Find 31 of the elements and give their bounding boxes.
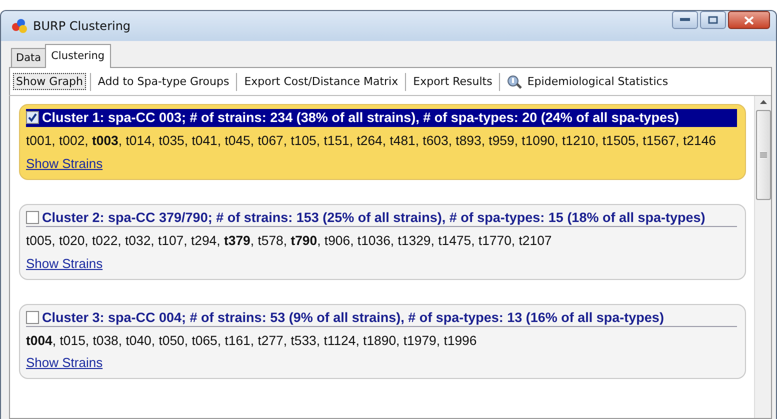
cluster-title: Cluster 3: spa-CC 004; # of strains: 53 (9% of all strains), # of spa-types: 13 (16% of all spa-types): [42, 310, 664, 325]
maximize-button[interactable]: [700, 11, 726, 29]
minimize-button[interactable]: [672, 11, 698, 29]
magnifier-icon: [507, 74, 524, 88]
minimize-icon: [680, 18, 690, 22]
checkbox[interactable]: [26, 210, 39, 224]
scroll-thumb[interactable]: [756, 110, 770, 200]
spa-type-list: t004, t015, t038, t040, t050, t065, t161, t277, t533, t1124, t1890, t1979, t1996: [26, 332, 737, 350]
close-button[interactable]: [728, 11, 770, 29]
show-strains-link[interactable]: Show Strains: [26, 156, 103, 171]
show-strains-link[interactable]: Show Strains: [26, 256, 103, 271]
spa-type-list: t005, t020, t022, t032, t107, t294, t379, t578, t790, t906, t1036, t1329, t1475, t1770, t2107: [26, 232, 737, 250]
tab[interactable]: Data: [11, 48, 46, 67]
cluster-title: Cluster 1: spa-CC 003; # of strains: 234 (38% of all strains), # of spa-types: 20 (24% of all spa-types): [42, 110, 679, 125]
close-icon: [744, 16, 754, 24]
spa-type-list: t001, t002, t003, t014, t035, t041, t045, t067, t105, t151, t264, t481, t603, t893, t959, t1090, t1210, t1505, t1567, t2146: [26, 132, 737, 150]
toolbar-button[interactable]: Epidemiological Statistics: [504, 72, 672, 90]
toolbar-button[interactable]: Export Results: [410, 73, 496, 90]
checkbox[interactable]: [26, 310, 39, 324]
cluster-title: Cluster 2: spa-CC 379/790; # of strains: 153 (25% of all strains), # of spa-types: 15 (18% of all spa-types): [42, 210, 706, 225]
toolbar-button[interactable]: Add to Spa-type Groups: [94, 73, 232, 90]
toolbar-button[interactable]: Export Cost/Distance Matrix: [241, 73, 402, 90]
scrollbar[interactable]: [754, 96, 771, 418]
tab[interactable]: Clustering: [45, 44, 111, 68]
toolbar-button[interactable]: Show Graph: [13, 73, 86, 90]
checkbox[interactable]: [26, 111, 39, 124]
colored-dots-icon: [11, 19, 29, 33]
maximize-icon: [708, 16, 718, 24]
window-title: BURP Clustering: [33, 19, 132, 33]
show-strains-link[interactable]: Show Strains: [26, 355, 103, 370]
scroll-up-icon[interactable]: [760, 100, 766, 104]
